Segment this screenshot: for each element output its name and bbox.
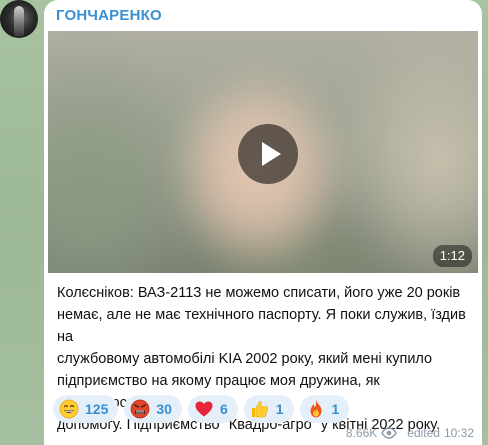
angry-face-icon (130, 399, 150, 419)
video-preview[interactable]: 1:12 (48, 31, 478, 273)
reaction-count: 125 (85, 401, 109, 417)
fire-icon (310, 400, 322, 418)
reaction-count: 6 (219, 401, 228, 417)
reaction-count: 30 (156, 401, 172, 417)
edited-label: edited (407, 426, 440, 440)
reactions-bar: 125 30 6 1 1 (53, 395, 350, 423)
grinning-face-icon (59, 399, 79, 419)
view-count: 8.66K (345, 426, 378, 440)
reaction-angry[interactable]: 30 (124, 395, 182, 423)
channel-avatar[interactable] (0, 0, 38, 38)
reaction-thumbs-up[interactable]: 1 (243, 395, 294, 423)
message-bubble: ГОНЧАРЕНКО 1:12 Колєсніков: ВАЗ-2113 не … (44, 0, 482, 445)
red-heart-icon (195, 401, 213, 417)
chat-area: ГОНЧАРЕНКО 1:12 Колєсніков: ВАЗ-2113 не … (0, 0, 488, 445)
reaction-count: 1 (275, 401, 284, 417)
reaction-count: 1 (331, 401, 340, 417)
reaction-heart[interactable]: 6 (187, 395, 238, 423)
eye-icon (381, 427, 398, 439)
message-time: 10:32 (443, 426, 474, 440)
avatar-figure (14, 6, 24, 36)
video-duration: 1:12 (432, 245, 472, 267)
channel-name[interactable]: ГОНЧАРЕНКО (56, 7, 162, 24)
reaction-grinning[interactable]: 125 (53, 395, 119, 423)
thumbs-up-icon (251, 401, 268, 418)
play-icon (261, 142, 281, 166)
reaction-fire[interactable]: 1 (299, 395, 350, 423)
play-button[interactable] (238, 124, 298, 184)
message-meta: 8.66K edited 10:32 (346, 426, 474, 440)
